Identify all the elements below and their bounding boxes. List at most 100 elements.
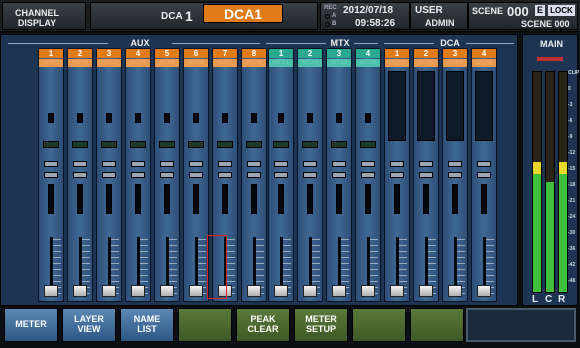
channel-strip-aux-5[interactable]: 5 AUX5 — [154, 48, 180, 302]
blank-button-1[interactable] — [178, 308, 232, 342]
channel-name: MTX4 — [356, 59, 380, 67]
fader-knob[interactable] — [189, 285, 203, 297]
fader-knob[interactable] — [303, 285, 317, 297]
fader-knob[interactable] — [361, 285, 375, 297]
layer-view-button[interactable]: LAYER VIEW — [62, 308, 116, 342]
fader-knob[interactable] — [332, 285, 346, 297]
on-button[interactable] — [390, 161, 404, 167]
e-badge: E — [535, 5, 545, 16]
on-button[interactable] — [274, 161, 288, 167]
channel-strip-dca-1[interactable]: 1 DCA1 — [384, 48, 410, 302]
on-button[interactable] — [218, 161, 232, 167]
channel-number: 1 — [385, 49, 409, 58]
channel-name: DCA2 — [414, 59, 438, 67]
channel-strip-aux-3[interactable]: 3 AUX3 — [96, 48, 122, 302]
meter-button[interactable]: METER — [4, 308, 58, 342]
sel-button[interactable] — [218, 172, 232, 178]
pan-slot — [222, 113, 228, 123]
scene-label: SCENE — [472, 6, 504, 16]
fader-knob[interactable] — [477, 285, 491, 297]
on-button[interactable] — [131, 161, 145, 167]
dca-name-box[interactable]: DCA1 — [203, 4, 283, 23]
sel-button[interactable] — [448, 172, 462, 178]
selected-fader-highlight — [207, 235, 227, 299]
sel-button[interactable] — [361, 172, 375, 178]
date-display: 2012/07/18 — [343, 5, 394, 16]
on-button[interactable] — [419, 161, 433, 167]
level-meter-slot — [48, 184, 54, 214]
scene-area[interactable]: SCENE 000 E LOCK SCENE 000 — [468, 2, 578, 30]
name-list-button[interactable]: NAME LIST — [120, 308, 174, 342]
sel-button[interactable] — [477, 172, 491, 178]
meter-setup-button[interactable]: METER SETUP — [294, 308, 348, 342]
channel-display-button[interactable]: CHANNEL DISPLAY — [2, 2, 86, 30]
channel-strip-aux-8[interactable]: 8 AUX8 — [241, 48, 267, 302]
channel-strip-dca-3[interactable]: 3 DCA3 — [442, 48, 468, 302]
level-meter-slot — [135, 184, 141, 214]
meter-label-r: R — [558, 294, 566, 305]
peak-clear-button[interactable]: PEAK CLEAR — [236, 308, 290, 342]
channel-strip-dca-2[interactable]: 2 DCA2 — [413, 48, 439, 302]
sel-button[interactable] — [303, 172, 317, 178]
on-button[interactable] — [332, 161, 346, 167]
sel-button[interactable] — [102, 172, 116, 178]
sel-button[interactable] — [160, 172, 174, 178]
channel-strip-mtx-1[interactable]: 1 MTX1 — [268, 48, 294, 302]
blank-button-2[interactable] — [352, 308, 406, 342]
on-button[interactable] — [102, 161, 116, 167]
scale-label: -48 — [568, 278, 576, 284]
channel-number: 6 — [184, 49, 208, 58]
on-button[interactable] — [448, 161, 462, 167]
sel-button[interactable] — [390, 172, 404, 178]
channel-strip-aux-4[interactable]: 4 AUX4 — [125, 48, 151, 302]
fader-knob[interactable] — [419, 285, 433, 297]
channel-strip-mtx-4[interactable]: 4 MTX4 — [355, 48, 381, 302]
dca-member-list — [388, 71, 406, 141]
channel-name: AUX4 — [126, 59, 150, 67]
channel-strip-aux-1[interactable]: 1 AUX1 — [38, 48, 64, 302]
channel-strip-dca-4[interactable]: 4 DCA4 — [471, 48, 497, 302]
group-dca-line-right — [466, 43, 514, 44]
channel-strip-aux-2[interactable]: 2 AUX2 — [67, 48, 93, 302]
rec-date-area: REC A B 2012/07/18 09:58:26 — [320, 2, 410, 30]
fader-knob[interactable] — [274, 285, 288, 297]
sel-button[interactable] — [189, 172, 203, 178]
sel-button[interactable] — [73, 172, 87, 178]
scale-label: -24 — [568, 214, 576, 220]
fader-knob[interactable] — [131, 285, 145, 297]
fader-knob[interactable] — [73, 285, 87, 297]
scale-label: -30 — [568, 230, 576, 236]
lock-button[interactable]: LOCK — [548, 5, 575, 16]
blank-button-3[interactable] — [410, 308, 464, 342]
on-button[interactable] — [477, 161, 491, 167]
fader-knob[interactable] — [448, 285, 462, 297]
meter-r-green — [559, 174, 567, 292]
fader-knob[interactable] — [390, 285, 404, 297]
sel-button[interactable] — [419, 172, 433, 178]
on-button[interactable] — [44, 161, 58, 167]
fader-knob[interactable] — [247, 285, 261, 297]
on-button[interactable] — [303, 161, 317, 167]
sel-button[interactable] — [274, 172, 288, 178]
dca-member-list — [417, 71, 435, 141]
fader-knob[interactable] — [44, 285, 58, 297]
channel-strip-mtx-3[interactable]: 3 MTX3 — [326, 48, 352, 302]
sel-button[interactable] — [44, 172, 58, 178]
on-button[interactable] — [361, 161, 375, 167]
user-area[interactable]: USER ADMIN — [410, 2, 468, 30]
sel-button[interactable] — [131, 172, 145, 178]
fader-knob[interactable] — [160, 285, 174, 297]
fader-knob[interactable] — [102, 285, 116, 297]
eq-display — [130, 141, 146, 148]
on-button[interactable] — [189, 161, 203, 167]
on-button[interactable] — [73, 161, 87, 167]
on-button[interactable] — [160, 161, 174, 167]
level-meter-slot — [481, 184, 487, 214]
on-button[interactable] — [247, 161, 261, 167]
dca-select-area[interactable]: DCA 1 DCA1 — [90, 2, 318, 30]
channel-strip-mtx-2[interactable]: 2 MTX2 — [297, 48, 323, 302]
sel-button[interactable] — [247, 172, 261, 178]
sel-button[interactable] — [332, 172, 346, 178]
group-dca-line-left — [384, 43, 434, 44]
channel-strip-aux-6[interactable]: 6 AUX6 — [183, 48, 209, 302]
